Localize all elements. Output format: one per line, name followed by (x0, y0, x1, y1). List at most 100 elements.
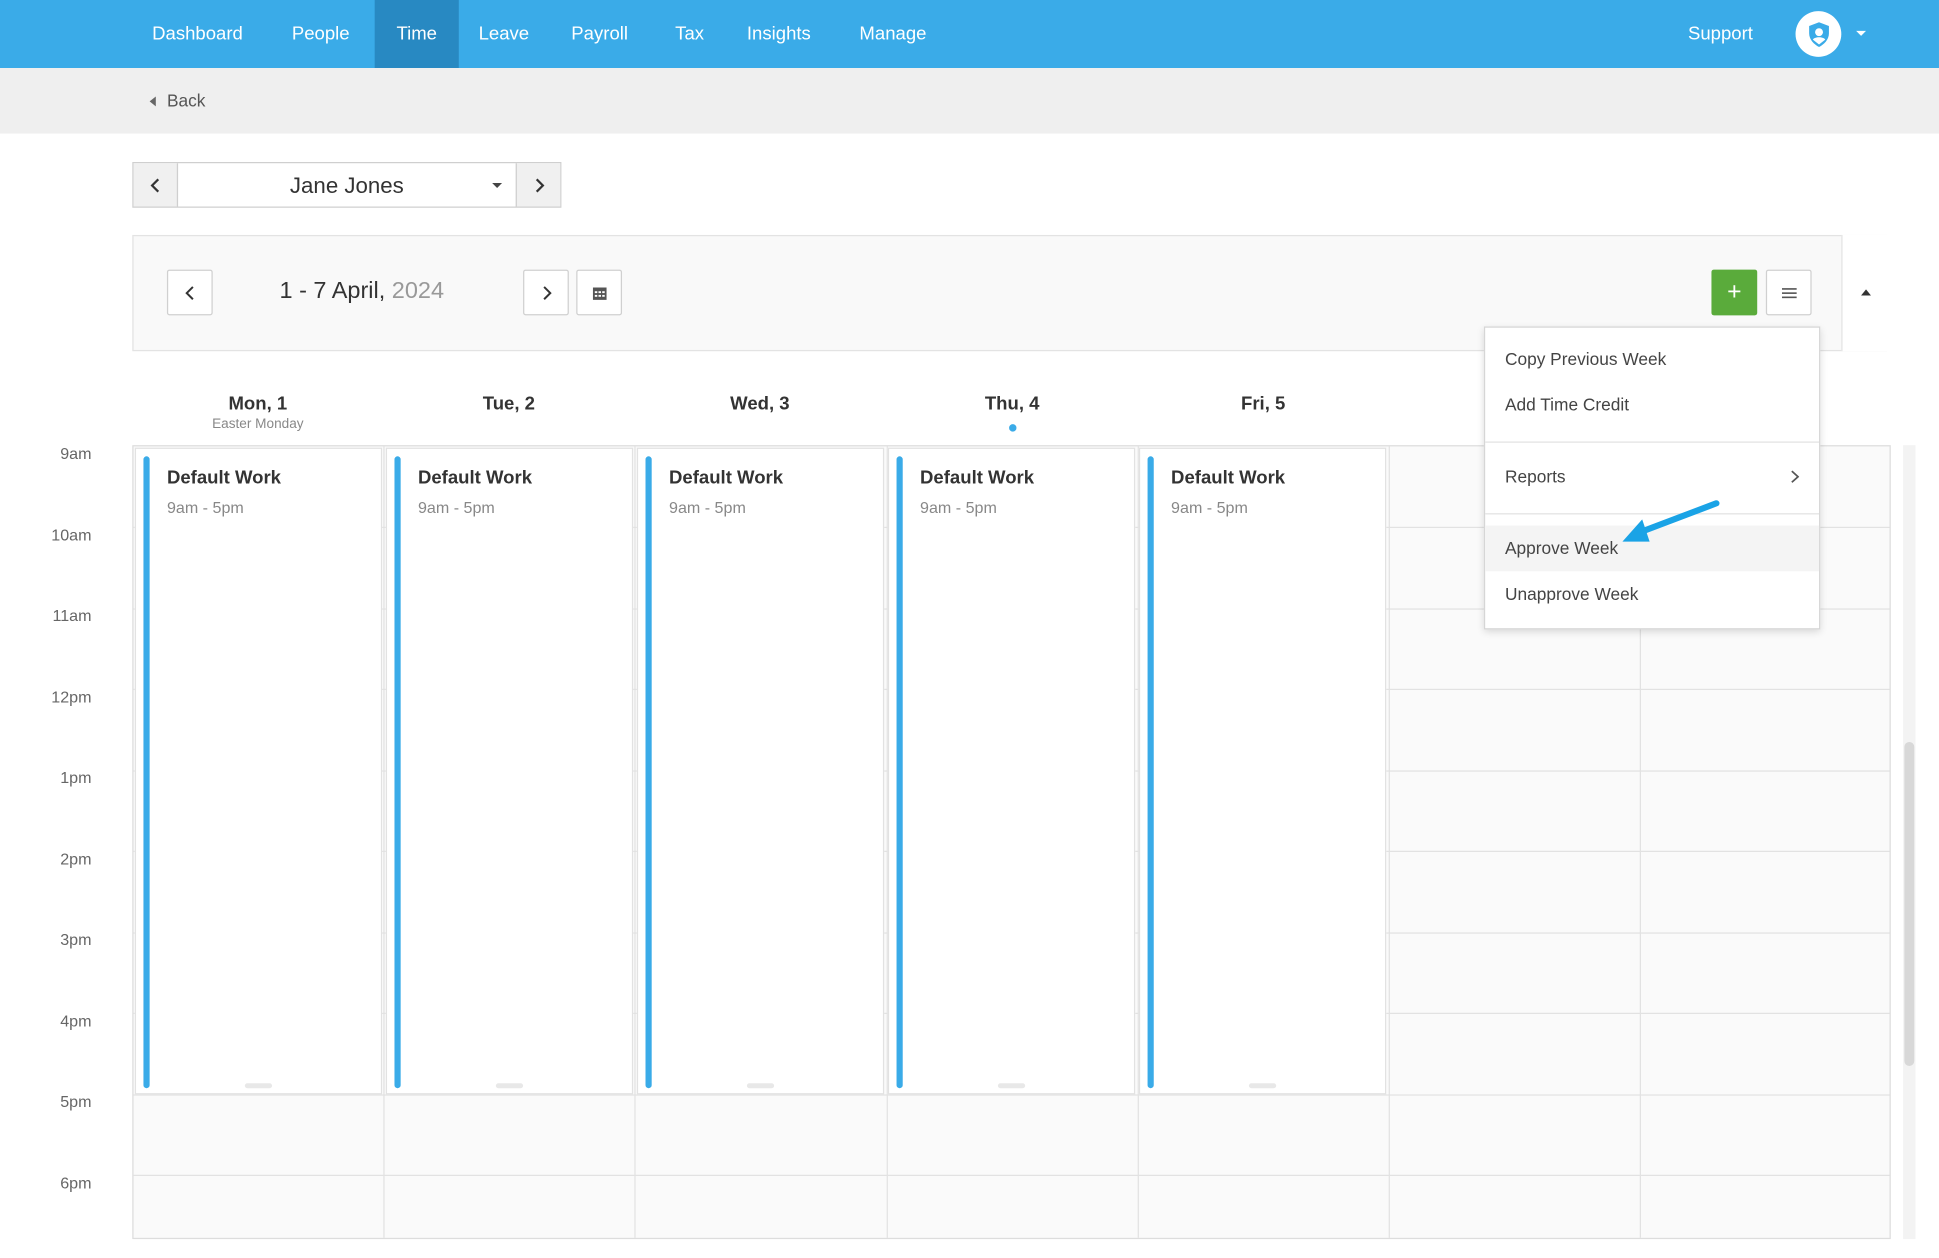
scrollbar-thumb[interactable] (1904, 741, 1915, 1066)
chevron-right-icon (1791, 470, 1800, 483)
time-entry-thu[interactable]: Default Work 9am - 5pm (887, 447, 1136, 1095)
time-entry-wed[interactable]: Default Work 9am - 5pm (636, 447, 885, 1095)
calendar-button[interactable] (576, 269, 623, 316)
menu-item-reports[interactable]: Reports (1485, 454, 1819, 500)
event-color-bar (1147, 456, 1154, 1089)
user-shield-icon (1808, 21, 1829, 47)
event-title: Default Work (417, 467, 533, 489)
chevron-down-icon (492, 183, 503, 188)
event-color-bar (896, 456, 903, 1089)
time-label: 10am (51, 525, 92, 545)
event-color-bar (143, 456, 150, 1089)
nav-time[interactable]: Time (374, 0, 459, 69)
previous-week-button[interactable] (166, 269, 213, 316)
time-entry-tue[interactable]: Default Work 9am - 5pm (385, 447, 634, 1095)
annotation-arrow-icon (1622, 500, 1720, 542)
chevron-right-icon (535, 177, 544, 192)
nav-manage[interactable]: Manage (840, 0, 947, 68)
day-label: Fri, 5 (1241, 393, 1286, 415)
chevron-left-icon (184, 285, 193, 300)
event-title: Default Work (920, 467, 1035, 489)
time-label: 5pm (60, 1091, 92, 1111)
nav-people[interactable]: People (272, 0, 369, 68)
menu-item-unapprove-week[interactable]: Unapprove Week (1485, 571, 1819, 617)
week-actions-menu: Copy Previous Week Add Time Credit Repor… (1483, 326, 1821, 630)
nav-tax[interactable]: Tax (655, 0, 723, 68)
collapse-toggle[interactable] (1841, 234, 1889, 352)
back-bar: Back (0, 68, 1939, 134)
event-time: 9am - 5pm (669, 498, 746, 517)
time-label: 12pm (51, 687, 92, 707)
resize-handle[interactable] (244, 1083, 273, 1089)
grid-column-divider (634, 446, 636, 1238)
caret-left-icon (149, 95, 156, 106)
day-label: Tue, 2 (482, 393, 535, 415)
hamburger-icon (1781, 287, 1797, 298)
next-week-button[interactable] (523, 269, 569, 316)
grid-column-divider (1388, 446, 1390, 1238)
employee-dropdown[interactable]: Jane Jones (178, 163, 516, 206)
holiday-label: Easter Monday (212, 416, 304, 432)
resize-handle[interactable] (1248, 1083, 1277, 1089)
time-label: 4pm (60, 1011, 92, 1031)
next-employee-button[interactable] (515, 163, 561, 207)
avatar[interactable] (1795, 11, 1842, 57)
time-label: 1pm (60, 767, 92, 787)
nav-insights[interactable]: Insights (727, 0, 831, 68)
day-header-wed: Wed, 3 (634, 393, 885, 414)
employee-selector: Jane Jones (132, 161, 562, 208)
nav-payroll[interactable]: Payroll (552, 0, 648, 68)
day-label: Mon, 1 (228, 393, 288, 415)
time-label: 2pm (60, 849, 92, 869)
time-label: 6pm (60, 1173, 92, 1193)
event-title: Default Work (669, 467, 784, 489)
day-label: Wed, 3 (730, 393, 790, 415)
event-color-bar (645, 456, 652, 1089)
week-range-label: 1 - 7 April, 2024 (279, 278, 444, 305)
menu-divider (1485, 441, 1820, 443)
menu-item-copy-previous-week[interactable]: Copy Previous Week (1485, 336, 1819, 382)
event-time: 9am - 5pm (920, 498, 997, 517)
reports-label: Reports (1504, 466, 1566, 486)
resize-handle[interactable] (495, 1083, 524, 1089)
event-title: Default Work (1171, 467, 1286, 489)
chevron-right-icon (542, 285, 552, 300)
grid-column-divider (383, 446, 385, 1238)
event-title: Default Work (166, 467, 281, 489)
day-header-thu: Thu, 4 (887, 393, 1138, 414)
menu-button[interactable] (1765, 269, 1812, 316)
chevron-down-icon[interactable] (1856, 30, 1867, 36)
event-time: 9am - 5pm (417, 498, 495, 517)
time-entry-fri[interactable]: Default Work 9am - 5pm (1138, 447, 1387, 1095)
time-label: 9am (60, 443, 92, 463)
time-label: 11am (52, 605, 92, 625)
nav-support[interactable]: Support (1668, 0, 1773, 68)
nav-leave[interactable]: Leave (459, 0, 549, 68)
caret-up-icon (1861, 289, 1871, 296)
week-year: 2024 (391, 278, 445, 305)
menu-item-add-time-credit[interactable]: Add Time Credit (1485, 382, 1819, 428)
resize-handle[interactable] (746, 1083, 775, 1089)
chevron-left-icon (149, 177, 159, 192)
today-indicator (1009, 424, 1017, 432)
day-header-tue: Tue, 2 (383, 393, 634, 414)
event-color-bar (394, 456, 401, 1089)
event-time: 9am - 5pm (166, 498, 244, 517)
add-button[interactable]: + (1711, 269, 1758, 316)
grid-line (133, 1094, 1890, 1096)
nav-dashboard[interactable]: Dashboard (132, 0, 262, 68)
resize-handle[interactable] (997, 1083, 1026, 1089)
time-label: 3pm (60, 929, 92, 949)
back-label: Back (166, 90, 206, 111)
grid-line (133, 1174, 1890, 1177)
calendar-icon (592, 286, 606, 300)
day-label: Thu, 4 (984, 393, 1040, 415)
back-link[interactable]: Back (149, 68, 206, 134)
top-navigation: Dashboard People Time Leave Payroll Tax … (0, 0, 1939, 69)
event-time: 9am - 5pm (1171, 498, 1248, 517)
day-header-fri: Fri, 5 (1138, 393, 1389, 414)
day-header-mon: Mon, 1 Easter Monday (132, 393, 383, 431)
previous-employee-button[interactable] (133, 163, 179, 207)
week-range: 1 - 7 April, (279, 278, 386, 305)
time-entry-mon[interactable]: Default Work 9am - 5pm (134, 447, 383, 1095)
